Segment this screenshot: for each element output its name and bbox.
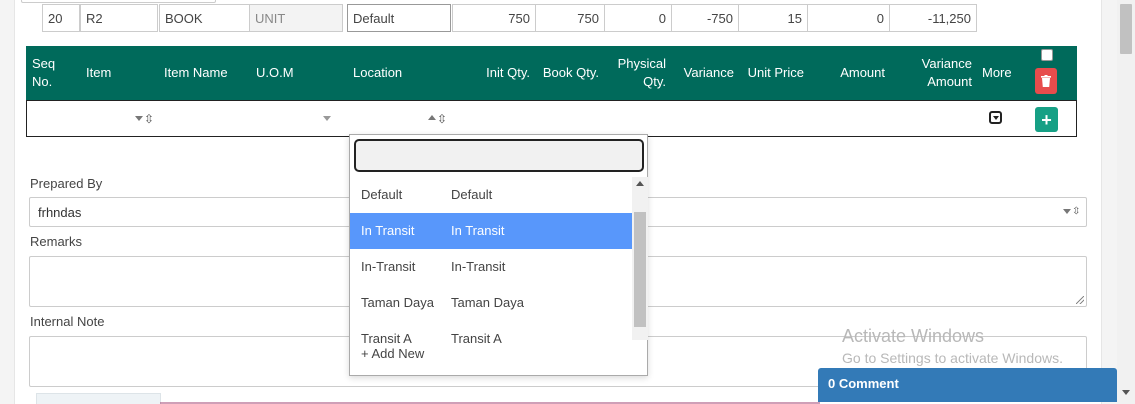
list-item[interactable]: Default Default [350, 177, 632, 213]
unit-price-field[interactable]: 15 [738, 4, 808, 32]
amount-field[interactable]: 0 [807, 4, 890, 32]
header-variance: Variance [683, 65, 734, 80]
header-unit-price: Unit Price [747, 65, 804, 80]
header-amount: Amount [840, 65, 885, 80]
sort-updown-icon: ⇳ [144, 112, 155, 126]
location-search-input[interactable] [354, 139, 644, 172]
add-new-location-link[interactable]: + Add New [361, 346, 424, 361]
uom-select-value: UNIT [255, 10, 286, 26]
header-book-qty: Book Qty. [542, 65, 599, 80]
location-select[interactable]: Default [347, 4, 451, 32]
grid-header: Seq No. Item Item Name U.O.M Location In… [26, 46, 1077, 100]
option-code: In-Transit [361, 259, 416, 274]
option-code: Default [361, 187, 403, 202]
chevron-up-icon[interactable] [636, 181, 644, 186]
plus-icon: + [1041, 109, 1052, 130]
chevron-down-icon [323, 116, 331, 121]
list-item[interactable]: In-Transit In-Transit [350, 249, 632, 285]
uom-select[interactable]: UNIT [249, 4, 343, 32]
header-seq: Seq No. [32, 56, 56, 89]
comment-bar[interactable]: 0 Comment [818, 368, 1117, 402]
prepared-by-value: frhndas [38, 205, 82, 220]
item-select-value: R2 [86, 10, 103, 26]
trash-icon [1041, 75, 1051, 87]
dropdown-scrollbar[interactable] [632, 177, 648, 340]
header-init-qty: Init Qty. [486, 65, 530, 80]
select-all-checkbox[interactable] [1041, 49, 1053, 61]
item-select[interactable]: R2 [80, 4, 158, 32]
sort-updown-icon: ⇳ [1072, 206, 1081, 217]
page-scroll-thumb[interactable] [1120, 4, 1132, 54]
list-item[interactable]: Taman Daya Taman Daya [350, 285, 632, 321]
chevron-up-icon [428, 115, 436, 120]
option-name: Taman Daya [451, 295, 524, 310]
option-name: Default [451, 187, 493, 202]
chevron-down-icon [135, 116, 143, 121]
dropdown-scroll-thumb[interactable] [634, 212, 646, 327]
header-variance-amount: Variance Amount [921, 56, 972, 89]
option-code: Transit A [361, 331, 412, 346]
internal-note-label: Internal Note [30, 314, 105, 329]
physical-qty-field[interactable]: 0 [604, 4, 672, 32]
location-dropdown: Default Default In Transit In Transit In… [349, 134, 648, 376]
chevron-down-icon[interactable] [1122, 390, 1130, 395]
resize-handle-icon[interactable] [1076, 296, 1084, 304]
header-item-name: Item Name [164, 65, 228, 80]
init-qty-field[interactable]: 750 [452, 4, 536, 32]
header-more: More [982, 65, 1012, 80]
sort-updown-icon: ⇳ [437, 112, 448, 126]
activate-windows-title: Activate Windows [842, 326, 985, 346]
delete-row-button[interactable] [1035, 68, 1057, 94]
option-name: In Transit [451, 223, 505, 238]
add-row-button[interactable]: + [1035, 107, 1058, 132]
comment-count-label: 0 Comment [828, 376, 899, 391]
chevron-down-icon [1063, 209, 1071, 214]
header-uom: U.O.M [256, 65, 294, 80]
top-select-field[interactable] [21, 0, 216, 3]
option-code: In Transit [361, 223, 415, 238]
option-name: Transit A [451, 331, 502, 346]
header-physical-qty: Physical Qty. [617, 56, 666, 89]
header-item: Item [86, 65, 112, 80]
activate-windows-subtitle: Go to Settings to activate Windows. [842, 350, 1063, 366]
table-row [26, 100, 1077, 137]
seq-field[interactable]: 20 [42, 4, 80, 32]
header-location: Location [353, 65, 403, 80]
location-select-value: Default [353, 10, 395, 26]
variance-amount-field[interactable]: -11,250 [889, 4, 977, 32]
option-name: In-Transit [451, 259, 506, 274]
item-name-field[interactable]: BOOK [159, 4, 251, 32]
bottom-tab[interactable] [36, 393, 161, 404]
prepared-by-label: Prepared By [30, 176, 103, 191]
more-dropdown-icon[interactable] [989, 111, 1002, 124]
remarks-label: Remarks [30, 234, 83, 249]
variance-field[interactable]: -750 [671, 4, 739, 32]
option-code: Taman Daya [361, 295, 434, 310]
book-qty-field[interactable]: 750 [535, 4, 605, 32]
list-item-selected[interactable]: In Transit In Transit [350, 213, 632, 249]
page-scrollbar[interactable] [1117, 0, 1135, 404]
